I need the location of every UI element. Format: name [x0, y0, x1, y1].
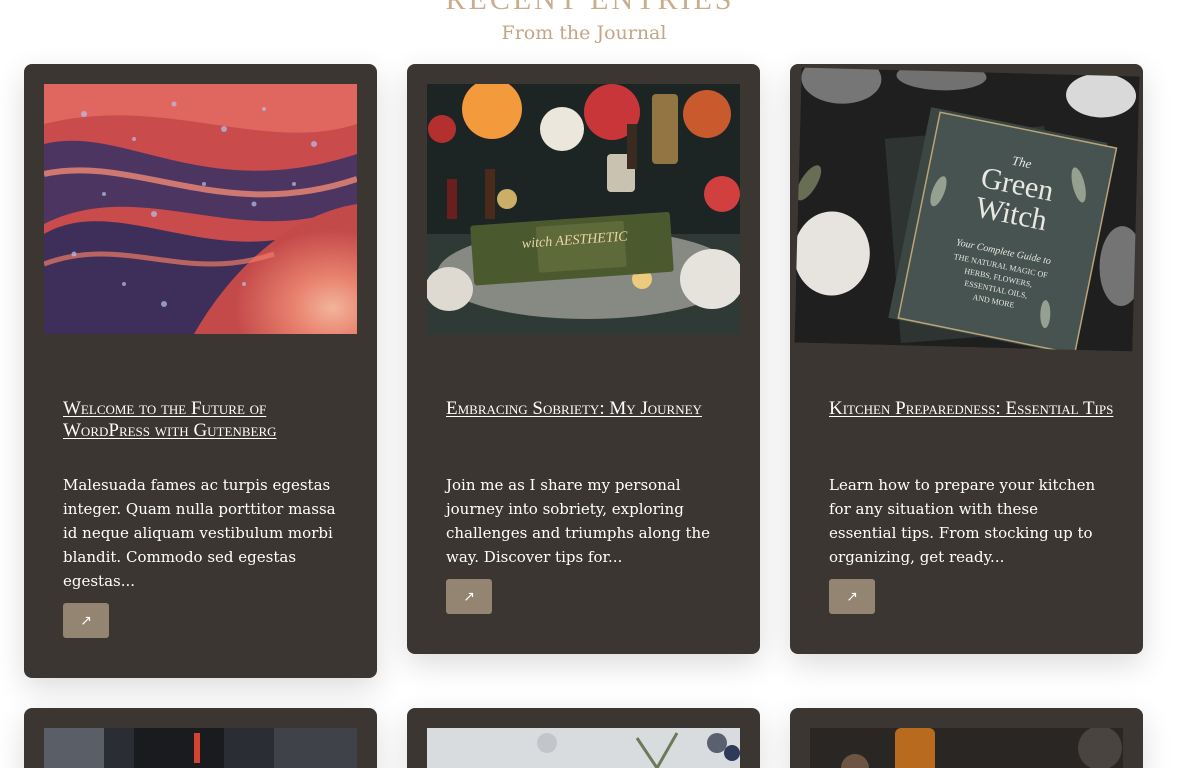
post-excerpt: Join me as I share my personal journey i… [446, 476, 711, 566]
post-image[interactable] [44, 728, 357, 768]
post-title-link[interactable]: Embracing Sobriety: My Journey [446, 398, 731, 420]
post-card [407, 708, 760, 768]
read-more-button[interactable]: ↗ [446, 579, 492, 614]
arrow-up-right-icon: ↗ [463, 588, 475, 605]
post-card [790, 708, 1143, 768]
read-more-button[interactable]: ↗ [829, 579, 875, 614]
post-title-link[interactable]: Kitchen Preparedness: Essential Tips [829, 398, 1114, 420]
post-excerpt: Malesuada fames ac turpis egestas intege… [63, 476, 336, 590]
post-card [24, 708, 377, 768]
read-more-button[interactable]: ↗ [63, 603, 109, 638]
arrow-up-right-icon: ↗ [846, 588, 858, 605]
post-excerpt: Learn how to prepare your kitchen for an… [829, 476, 1096, 566]
section-subtitle: From the Journal [501, 22, 667, 44]
arrow-up-right-icon: ↗ [80, 612, 92, 629]
section-title: RECENT ENTRIES [0, 0, 1180, 17]
post-card: The Green Witch Your Complete Guide to T… [790, 64, 1143, 654]
post-image[interactable] [810, 728, 1123, 768]
post-card: witch AESTHETIC Embracing Sobriety: My J… [407, 64, 760, 654]
post-image-green-witch-book[interactable]: The Green Witch Your Complete Guide to T… [794, 67, 1140, 352]
post-image-abstract-paint[interactable] [44, 84, 357, 334]
post-image[interactable] [427, 728, 740, 768]
post-image-witch-altar[interactable]: witch AESTHETIC [427, 84, 740, 334]
post-card: Welcome to the Future of WordPress with … [24, 64, 377, 678]
post-title-link[interactable]: Welcome to the Future of WordPress with … [63, 398, 348, 442]
